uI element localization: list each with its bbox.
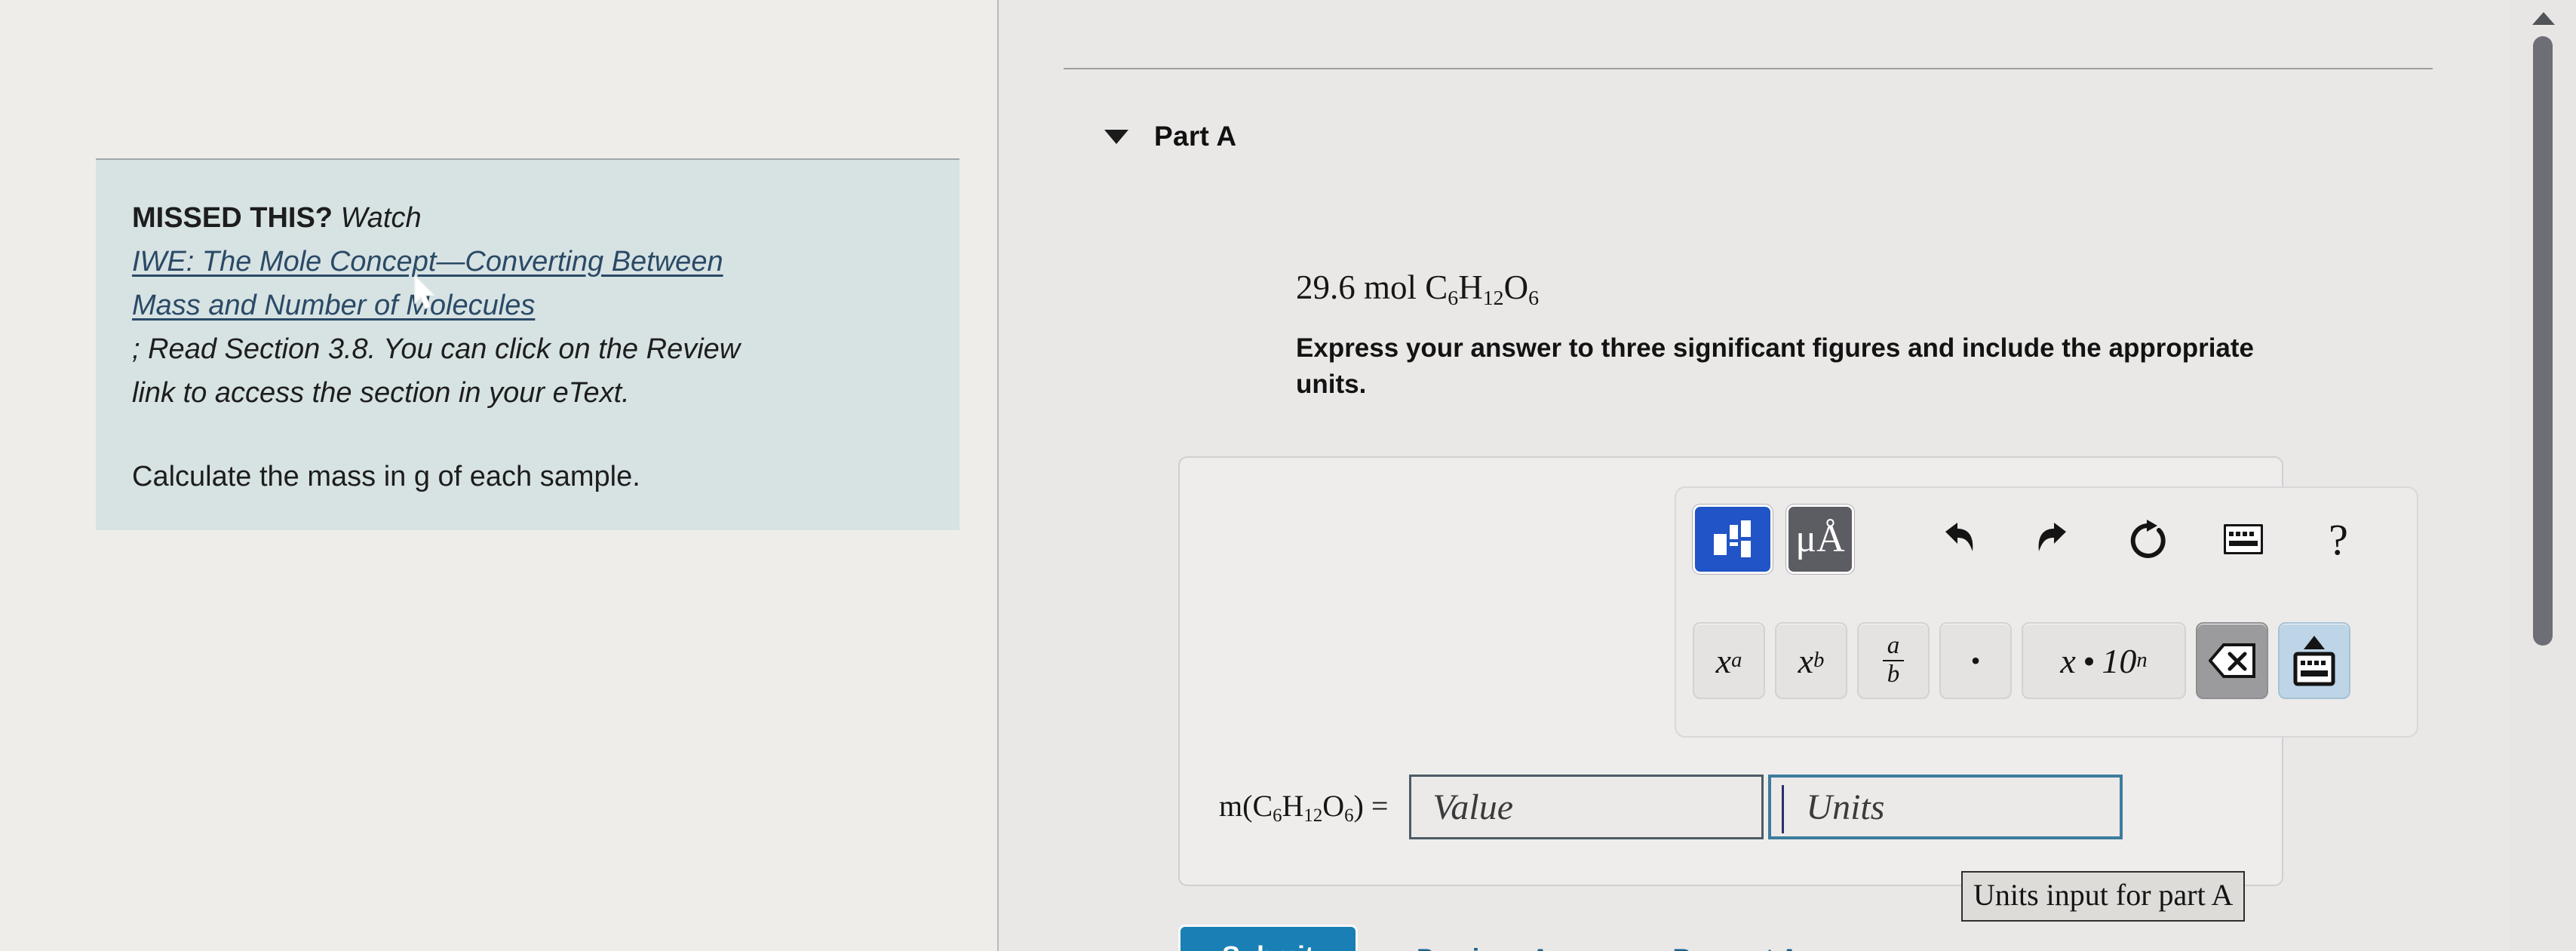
unit-symbol-button[interactable]: μÅ xyxy=(1786,505,1854,574)
section-divider-rule xyxy=(1064,68,2433,69)
backspace-key[interactable] xyxy=(2196,622,2268,699)
superscript-exponent: a xyxy=(1731,649,1742,672)
units-input-tooltip: Units input for part A xyxy=(1961,871,2246,922)
math-input-toolbar: μÅ ? x a x b a b • x • 10 n xyxy=(1675,486,2418,738)
subscript-index: b xyxy=(1813,649,1825,672)
redo-button[interactable] xyxy=(2019,505,2088,574)
read-section-line-1: ; Read Section 3.8. You can click on the… xyxy=(132,333,741,365)
vertical-scrollbar[interactable] xyxy=(2510,0,2576,951)
answer-label-suffix: ) = xyxy=(1353,788,1389,823)
part-a-header[interactable]: Part A xyxy=(1104,121,1236,152)
answer-input-row: m(C6H12O6) = Value Units xyxy=(1219,775,2123,839)
submit-label: Submit xyxy=(1222,940,1314,951)
answer-label-c: C xyxy=(1252,788,1273,823)
request-answer-link[interactable]: Request Answer xyxy=(1673,922,1873,951)
answer-variable-label: m(C6H12O6) = xyxy=(1219,788,1388,827)
micro-angstrom-icon: μÅ xyxy=(1795,517,1845,560)
keyboard-icon xyxy=(2224,524,2263,554)
units-input[interactable]: Units xyxy=(1768,775,2123,839)
part-title: Part A xyxy=(1154,121,1237,152)
iwe-review-link-part1[interactable]: IWE: The Mole Concept—Converting Between xyxy=(132,246,723,278)
scroll-up-arrow-icon[interactable] xyxy=(2532,12,2555,25)
fraction-icon: a b xyxy=(1882,633,1905,688)
backspace-icon xyxy=(2209,643,2255,678)
undo-arrow-icon xyxy=(1945,523,1973,551)
application-screenshot: MISSED THIS? Watch IWE: The Mole Concept… xyxy=(0,0,2576,951)
missed-this-info-box: MISSED THIS? Watch IWE: The Mole Concept… xyxy=(96,158,959,530)
toolbar-row-keys: xa xb a b • x • 10 n xyxy=(1693,622,2350,699)
answer-label-h: H xyxy=(1282,788,1304,823)
reset-button[interactable] xyxy=(2114,505,2183,574)
question-quantity: 29.6 mol xyxy=(1296,268,1417,306)
reset-circular-arrow-icon xyxy=(2130,520,2166,558)
superscript-key[interactable]: xa xyxy=(1693,622,1765,699)
keyboard-up-icon xyxy=(2293,636,2335,686)
answer-label-prefix: m( xyxy=(1219,788,1253,823)
units-placeholder: Units xyxy=(1806,787,1885,827)
left-question-panel: MISSED THIS? Watch IWE: The Mole Concept… xyxy=(0,0,997,951)
multiply-dot-key[interactable]: • xyxy=(1939,622,2012,699)
template-button[interactable] xyxy=(1693,505,1773,574)
answer-label-o: O xyxy=(1322,788,1345,823)
help-button[interactable]: ? xyxy=(2304,505,2373,574)
undo-button[interactable] xyxy=(1924,505,1993,574)
keyboard-button[interactable] xyxy=(2209,505,2278,574)
chevron-down-icon[interactable] xyxy=(1104,129,1128,144)
scientific-notation-base: x • 10 xyxy=(2060,641,2137,680)
formula-element-o: O xyxy=(1503,268,1529,306)
answer-label-h-sub: 12 xyxy=(1303,805,1323,826)
watch-label: Watch xyxy=(340,202,422,234)
text-caret xyxy=(1782,785,1785,833)
missed-this-heading: MISSED THIS? Watch xyxy=(132,196,919,240)
fraction-key[interactable]: a b xyxy=(1857,622,1930,699)
answer-label-c-sub: 6 xyxy=(1273,805,1282,826)
value-input[interactable]: Value xyxy=(1409,775,1764,839)
superscript-base: x xyxy=(1715,641,1732,680)
scientific-notation-key[interactable]: x • 10 n xyxy=(2022,622,2186,699)
keyboard-toggle-key[interactable] xyxy=(2278,622,2350,699)
formula-element-c: C xyxy=(1425,268,1448,306)
question-mark-icon: ? xyxy=(2329,514,2348,564)
answer-action-bar: Submit Previous Answers Request Answer xyxy=(1178,922,1873,951)
previous-answers-link[interactable]: Previous Answers xyxy=(1417,922,1638,951)
calculate-prompt: Calculate the mass in g of each sample. xyxy=(132,461,640,492)
missed-this-label: MISSED THIS? xyxy=(132,202,333,234)
subscript-base: x xyxy=(1798,641,1814,680)
toolbar-row-primary: μÅ ? xyxy=(1693,505,2373,574)
answer-entry-container: μÅ ? x a x b a b • x • 10 n m(C6H12O6) =… xyxy=(1178,456,2418,886)
subscript-key[interactable]: xb xyxy=(1775,622,1847,699)
math-template-icon xyxy=(1714,520,1751,557)
value-placeholder: Value xyxy=(1432,787,1514,827)
submit-button[interactable]: Submit xyxy=(1178,924,1358,951)
iwe-link-line-1[interactable]: IWE: The Mole Concept—Converting Between xyxy=(132,240,919,284)
iwe-review-link-part2[interactable]: Mass and Number of Molecules xyxy=(132,290,535,321)
iwe-link-line-2[interactable]: Mass and Number of Molecules xyxy=(132,284,919,327)
formula-subscript-h: 12 xyxy=(1482,286,1504,310)
formula-subscript-c: 6 xyxy=(1448,286,1459,310)
question-instruction: Express your answer to three significant… xyxy=(1296,333,2255,399)
redo-arrow-icon xyxy=(2038,523,2066,551)
right-answer-panel: Part A 29.6 mol C6H12O6 Express your ans… xyxy=(999,0,2576,951)
scroll-thumb[interactable] xyxy=(2533,36,2553,646)
fraction-denominator: b xyxy=(1887,661,1900,688)
fraction-numerator: a xyxy=(1882,633,1905,661)
formula-element-h: H xyxy=(1458,268,1483,306)
multiply-dot-icon: • xyxy=(1970,646,1981,676)
scientific-notation-exponent: n xyxy=(2136,649,2148,672)
answer-label-o-sub: 6 xyxy=(1344,805,1354,826)
formula-subscript-o: 6 xyxy=(1528,286,1540,310)
question-quantity-formula: 29.6 mol C6H12O6 xyxy=(1296,268,1539,311)
read-section-line-2: link to access the section in your eText… xyxy=(132,377,630,409)
